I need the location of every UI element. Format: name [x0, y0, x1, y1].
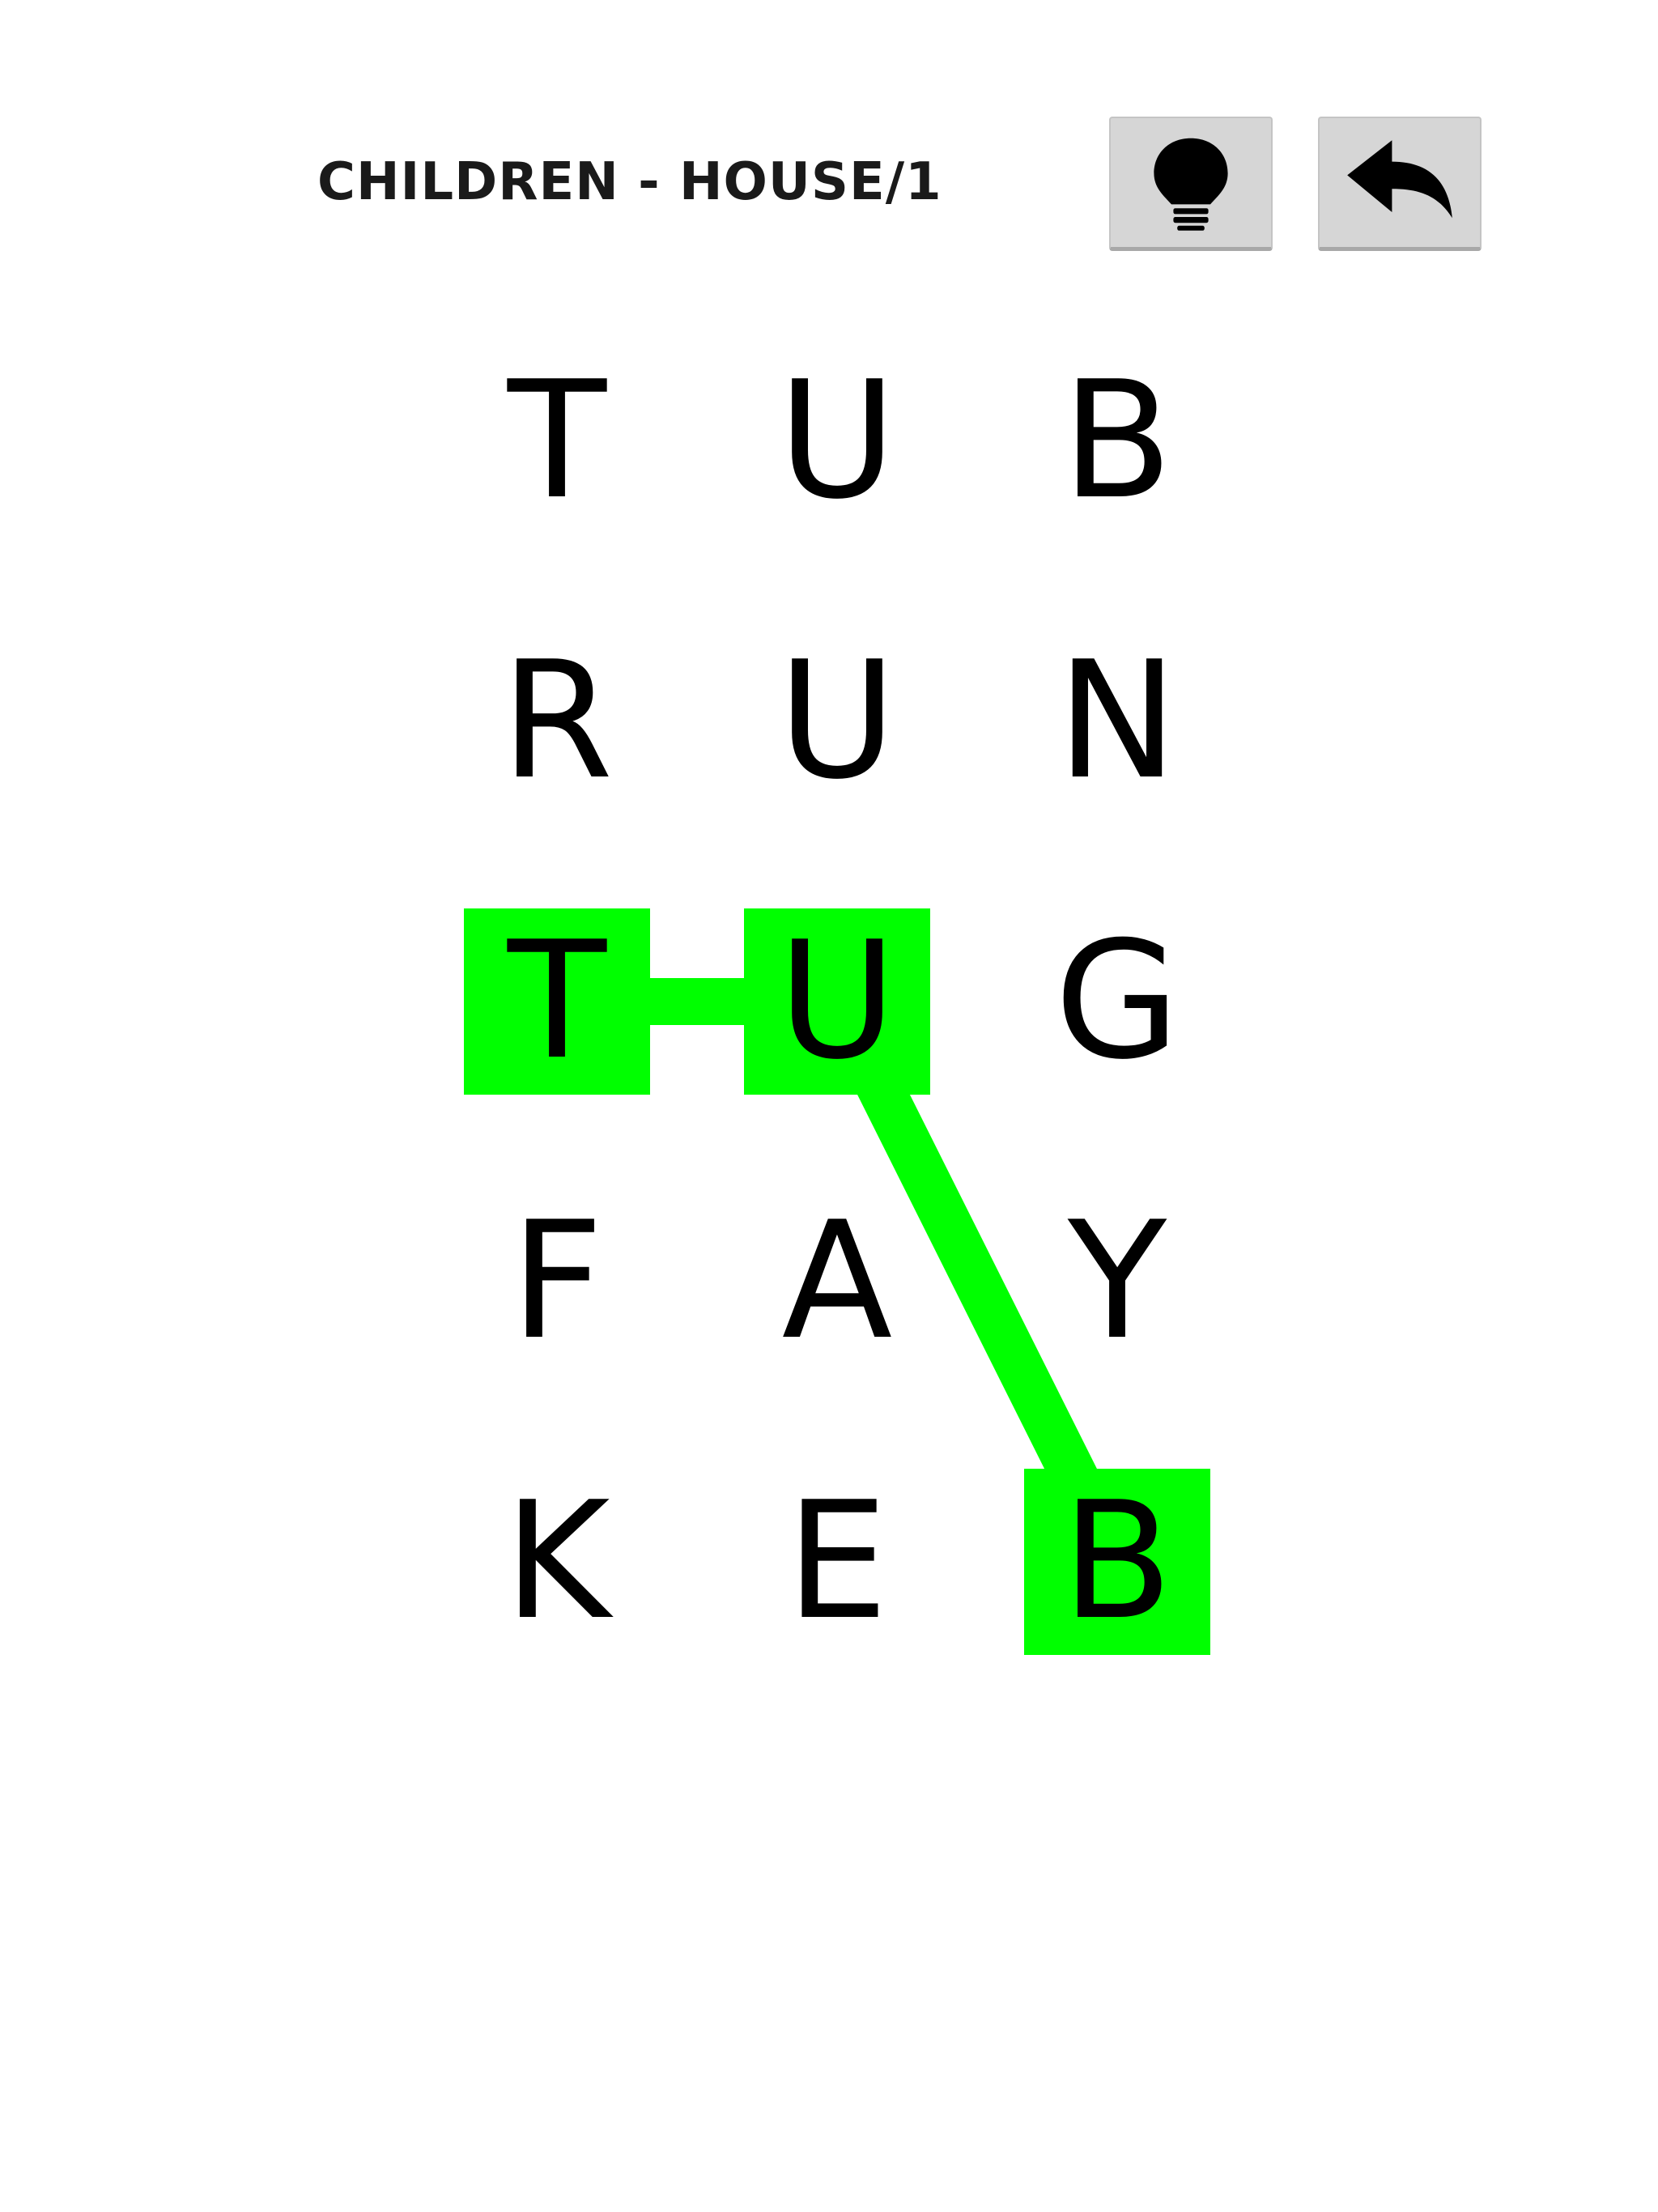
grid-cell[interactable]: N [1024, 628, 1210, 815]
grid-letter: E [785, 1467, 889, 1656]
grid-letter: T [507, 347, 607, 535]
grid-cell[interactable]: K [464, 1469, 650, 1655]
grid-cell[interactable]: B [1024, 348, 1210, 534]
grid-cell[interactable]: T [464, 348, 650, 534]
grid-cell-selected[interactable]: T [464, 908, 650, 1095]
grid-letter: T [507, 907, 607, 1095]
grid-letter: A [781, 1187, 893, 1376]
grid-letter: B [1061, 1467, 1173, 1656]
grid-letter: U [777, 347, 897, 535]
grid-cell[interactable]: Y [1024, 1189, 1210, 1375]
grid-cell[interactable]: F [464, 1189, 650, 1375]
grid-letter: U [777, 627, 897, 815]
grid-letter: Y [1067, 1187, 1167, 1376]
grid-cell[interactable]: U [744, 628, 930, 815]
grid-cell[interactable]: A [744, 1189, 930, 1375]
selection-path [557, 978, 1138, 1572]
grid-cell[interactable]: U [744, 348, 930, 534]
grid-letter: R [500, 627, 614, 815]
grid-cell[interactable]: R [464, 628, 650, 815]
grid-letter: G [1054, 907, 1180, 1095]
grid-letter: U [777, 907, 897, 1095]
grid-letter: B [1061, 347, 1173, 535]
grid-letter: N [1056, 627, 1178, 815]
grid-cell[interactable]: E [744, 1469, 930, 1655]
letter-grid: T U B R U N T U G F A Y K E B [0, 0, 1658, 2212]
grid-letter: F [510, 1187, 604, 1376]
grid-cell-selected[interactable]: U [744, 908, 930, 1095]
grid-cell-selected[interactable]: B [1024, 1469, 1210, 1655]
grid-letter: K [504, 1467, 610, 1656]
grid-cell[interactable]: G [1024, 908, 1210, 1095]
